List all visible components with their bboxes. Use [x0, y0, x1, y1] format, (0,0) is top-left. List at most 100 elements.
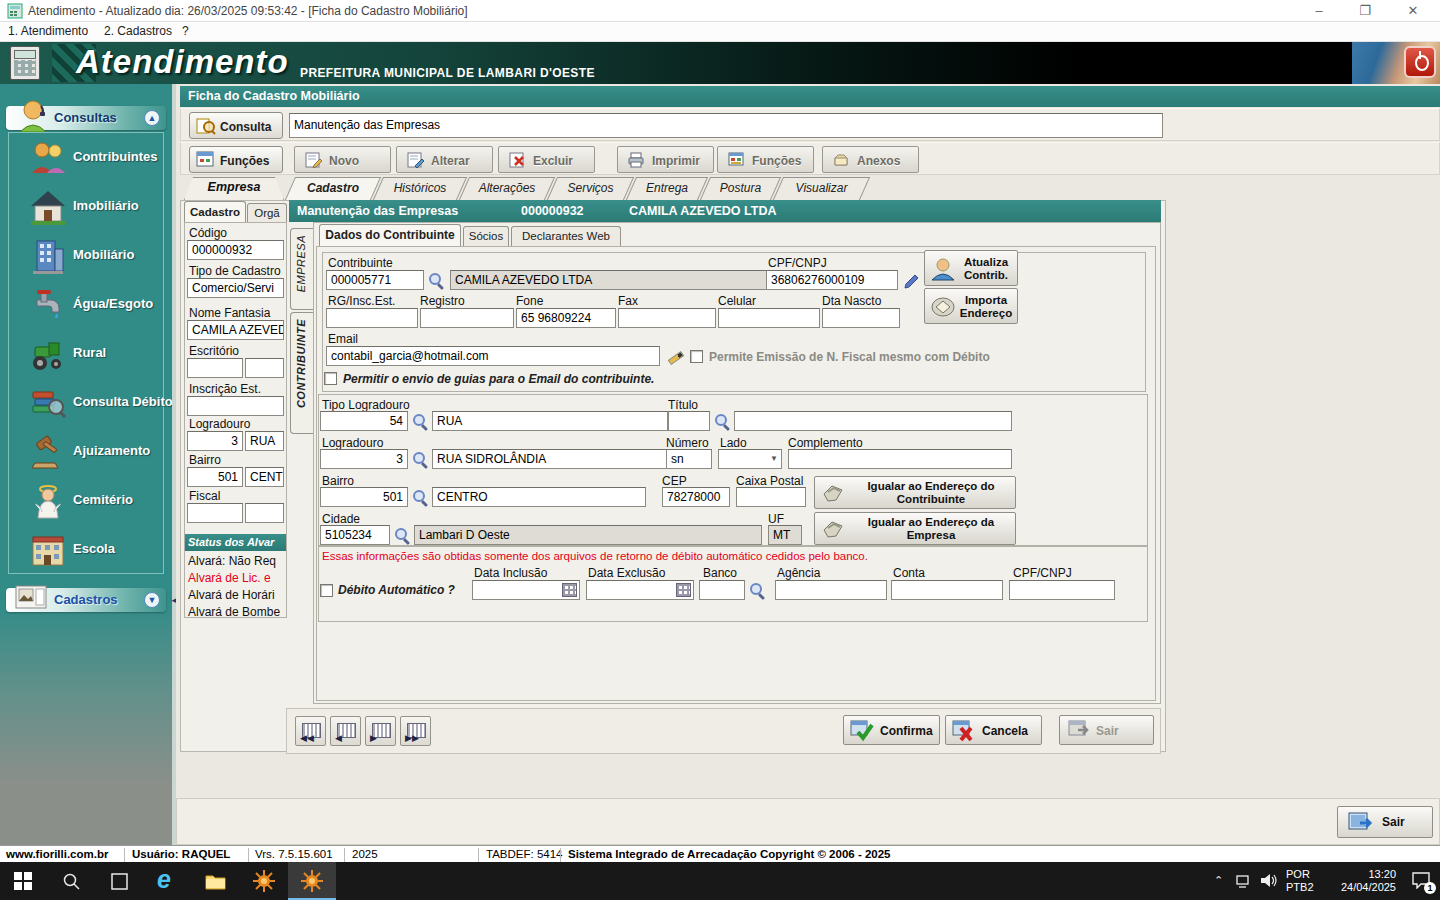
confirma-button[interactable]: Confirma — [843, 715, 940, 745]
conta-field[interactable] — [891, 580, 1003, 600]
bairro-search-icon[interactable] — [410, 487, 430, 507]
tipo-logradouro-search-icon[interactable] — [410, 411, 430, 431]
page-tab-postura[interactable]: Postura — [705, 177, 776, 200]
dtanascto-field[interactable] — [822, 308, 900, 328]
tab-empresa[interactable]: Empresa — [184, 177, 284, 200]
agencia-field[interactable] — [775, 580, 887, 600]
calendar-icon[interactable] — [562, 583, 577, 597]
igualar-contribuinte-button[interactable]: Igualar ao Endereço do Contribuinte — [814, 476, 1016, 509]
tray-network-icon[interactable] — [1232, 862, 1258, 900]
cpf-field[interactable]: 36806276000109 — [766, 270, 898, 290]
form-tab-socios[interactable]: Sócios — [463, 226, 509, 246]
contribuinte-search-icon[interactable] — [426, 270, 446, 290]
permite-emissao-checkbox[interactable] — [690, 350, 703, 363]
left-tab-cadastro[interactable]: Cadastro — [184, 201, 246, 222]
vtab-empresa[interactable]: EMPRESA — [290, 228, 313, 310]
cep-field[interactable]: 78278000 — [662, 487, 730, 507]
left-tab-orga[interactable]: Orgã — [247, 203, 287, 222]
page-tab-historicos[interactable]: Históricos — [378, 177, 462, 200]
escritorio-code-field[interactable] — [187, 358, 243, 378]
left-logradouro-field[interactable]: RUA — [245, 431, 284, 451]
file-explorer-icon[interactable] — [192, 862, 240, 900]
consulta-value-field[interactable]: Manutenção das Empresas — [289, 113, 1163, 138]
notification-icon[interactable]: 1 — [1402, 862, 1440, 900]
page-tab-alteracoes[interactable]: Alterações — [464, 177, 550, 200]
titulo-search-icon[interactable] — [712, 411, 732, 431]
tray-language[interactable]: PORPTB2 — [1286, 868, 1314, 894]
fiscal-field[interactable] — [245, 503, 284, 523]
nome-fantasia-field[interactable]: CAMILA AZEVED — [187, 320, 284, 340]
vtab-contribuinte[interactable]: CONTRIBUINTE — [290, 312, 313, 434]
power-button[interactable] — [1404, 46, 1436, 78]
nav-prev-button[interactable]: ◀ — [330, 716, 361, 746]
toolbar-excluir-button[interactable]: Excluir — [498, 146, 595, 173]
cpf-edit-icon[interactable] — [902, 270, 922, 290]
form-tab-declarantes[interactable]: Declarantes Web — [511, 226, 621, 246]
nav-last-button[interactable]: ▶▶ — [400, 716, 431, 746]
sidebar-item-rural[interactable]: Rural — [9, 331, 163, 379]
caixa-postal-field[interactable] — [736, 487, 806, 507]
sidebar-item-consulta-debitos[interactable]: Consulta Débitos — [9, 380, 163, 428]
consulta-button[interactable]: Consulta — [189, 112, 283, 139]
debit-cpf-field[interactable] — [1009, 580, 1115, 600]
minimize-button[interactable]: – — [1306, 2, 1332, 20]
codigo-field[interactable]: 000000932 — [187, 240, 284, 260]
page-tab-visualizar[interactable]: Visualizar — [778, 177, 865, 200]
left-bairro-code-field[interactable]: 501 — [187, 467, 243, 487]
toolbar-alterar-button[interactable]: Alterar — [396, 146, 493, 173]
menu-cadastros[interactable]: 2. Cadastros — [104, 24, 172, 38]
data-exclusao-field[interactable] — [586, 580, 694, 600]
tipo-logradouro-field[interactable]: RUA — [432, 411, 668, 431]
left-logradouro-code-field[interactable]: 3 — [187, 431, 243, 451]
logradouro-search-icon[interactable] — [410, 449, 430, 469]
celular-field[interactable] — [718, 308, 820, 328]
bairro-field[interactable]: CENTRO — [432, 487, 646, 507]
igualar-empresa-button[interactable]: Igualar ao Endereço da Empresa — [814, 512, 1016, 545]
sidebar-header-consultas[interactable]: Consultas ▲ — [6, 106, 166, 130]
contribuinte-code-field[interactable]: 000005771 — [326, 270, 424, 290]
data-inclusao-field[interactable] — [472, 580, 580, 600]
cidade-search-icon[interactable] — [392, 525, 412, 545]
titulo-field[interactable] — [734, 411, 1012, 431]
logradouro-code-field[interactable]: 3 — [320, 449, 408, 469]
cidade-code-field[interactable]: 5105234 — [320, 525, 390, 545]
nav-next-button[interactable]: ▶ — [365, 716, 396, 746]
complemento-field[interactable] — [788, 449, 1012, 469]
fone-field[interactable]: 65 96809224 — [516, 308, 616, 328]
numero-field[interactable]: sn — [666, 449, 712, 469]
calendar-icon[interactable] — [676, 583, 691, 597]
toolbar-novo-button[interactable]: Novo — [294, 146, 391, 173]
start-button[interactable] — [0, 862, 48, 900]
funcoes-button[interactable]: Funções — [189, 146, 283, 173]
menu-help[interactable]: ? — [182, 24, 189, 38]
cancela-button[interactable]: Cancela — [945, 715, 1042, 745]
tipo-logradouro-code-field[interactable]: 54 — [320, 411, 408, 431]
tray-clock[interactable]: 13:2024/04/2025 — [1318, 868, 1396, 894]
form-tab-dados[interactable]: Dados do Contribuinte — [319, 224, 461, 246]
atualiza-contrib-button[interactable]: AtualizaContrib. — [924, 250, 1018, 286]
banco-field[interactable] — [699, 580, 745, 600]
email-field[interactable]: contabil_garcia@hotmail.com — [326, 346, 660, 366]
app-icon-2-active[interactable] — [288, 862, 336, 900]
escritorio-field[interactable] — [245, 358, 284, 378]
page-tab-servicos[interactable]: Serviços — [552, 177, 629, 200]
sidebar-item-escola[interactable]: Escola — [9, 527, 163, 575]
expand-chevron-icon[interactable]: ▼ — [144, 592, 160, 608]
nav-first-button[interactable]: ◀◀ — [295, 716, 326, 746]
sidebar-item-ajuizamento[interactable]: Ajuizamento — [9, 429, 163, 477]
fiscal-code-field[interactable] — [187, 503, 243, 523]
sidebar-item-cemiterio[interactable]: Cemitério — [9, 478, 163, 526]
registro-field[interactable] — [420, 308, 514, 328]
tipo-cadastro-field[interactable]: Comercio/Servi — [187, 278, 284, 298]
menu-atendimento[interactable]: 1. Atendimento — [8, 24, 88, 38]
debito-automatico-checkbox[interactable] — [320, 584, 333, 597]
lado-dropdown-icon[interactable]: ▼ — [766, 451, 782, 467]
banco-search-icon[interactable] — [747, 580, 767, 600]
permitir-envio-checkbox[interactable] — [324, 372, 337, 385]
sidebar-item-agua-esgoto[interactable]: Água/Esgoto — [9, 282, 163, 330]
sidebar-item-mobiliario[interactable]: Mobiliário — [9, 233, 163, 281]
edge-icon[interactable]: e — [144, 862, 192, 900]
toolbar-imprimir-button[interactable]: Imprimir — [617, 146, 714, 173]
sidebar-item-contribuintes[interactable]: Contribuintes — [9, 135, 163, 183]
sidebar-header-cadastros[interactable]: Cadastros ▼ — [6, 588, 166, 612]
